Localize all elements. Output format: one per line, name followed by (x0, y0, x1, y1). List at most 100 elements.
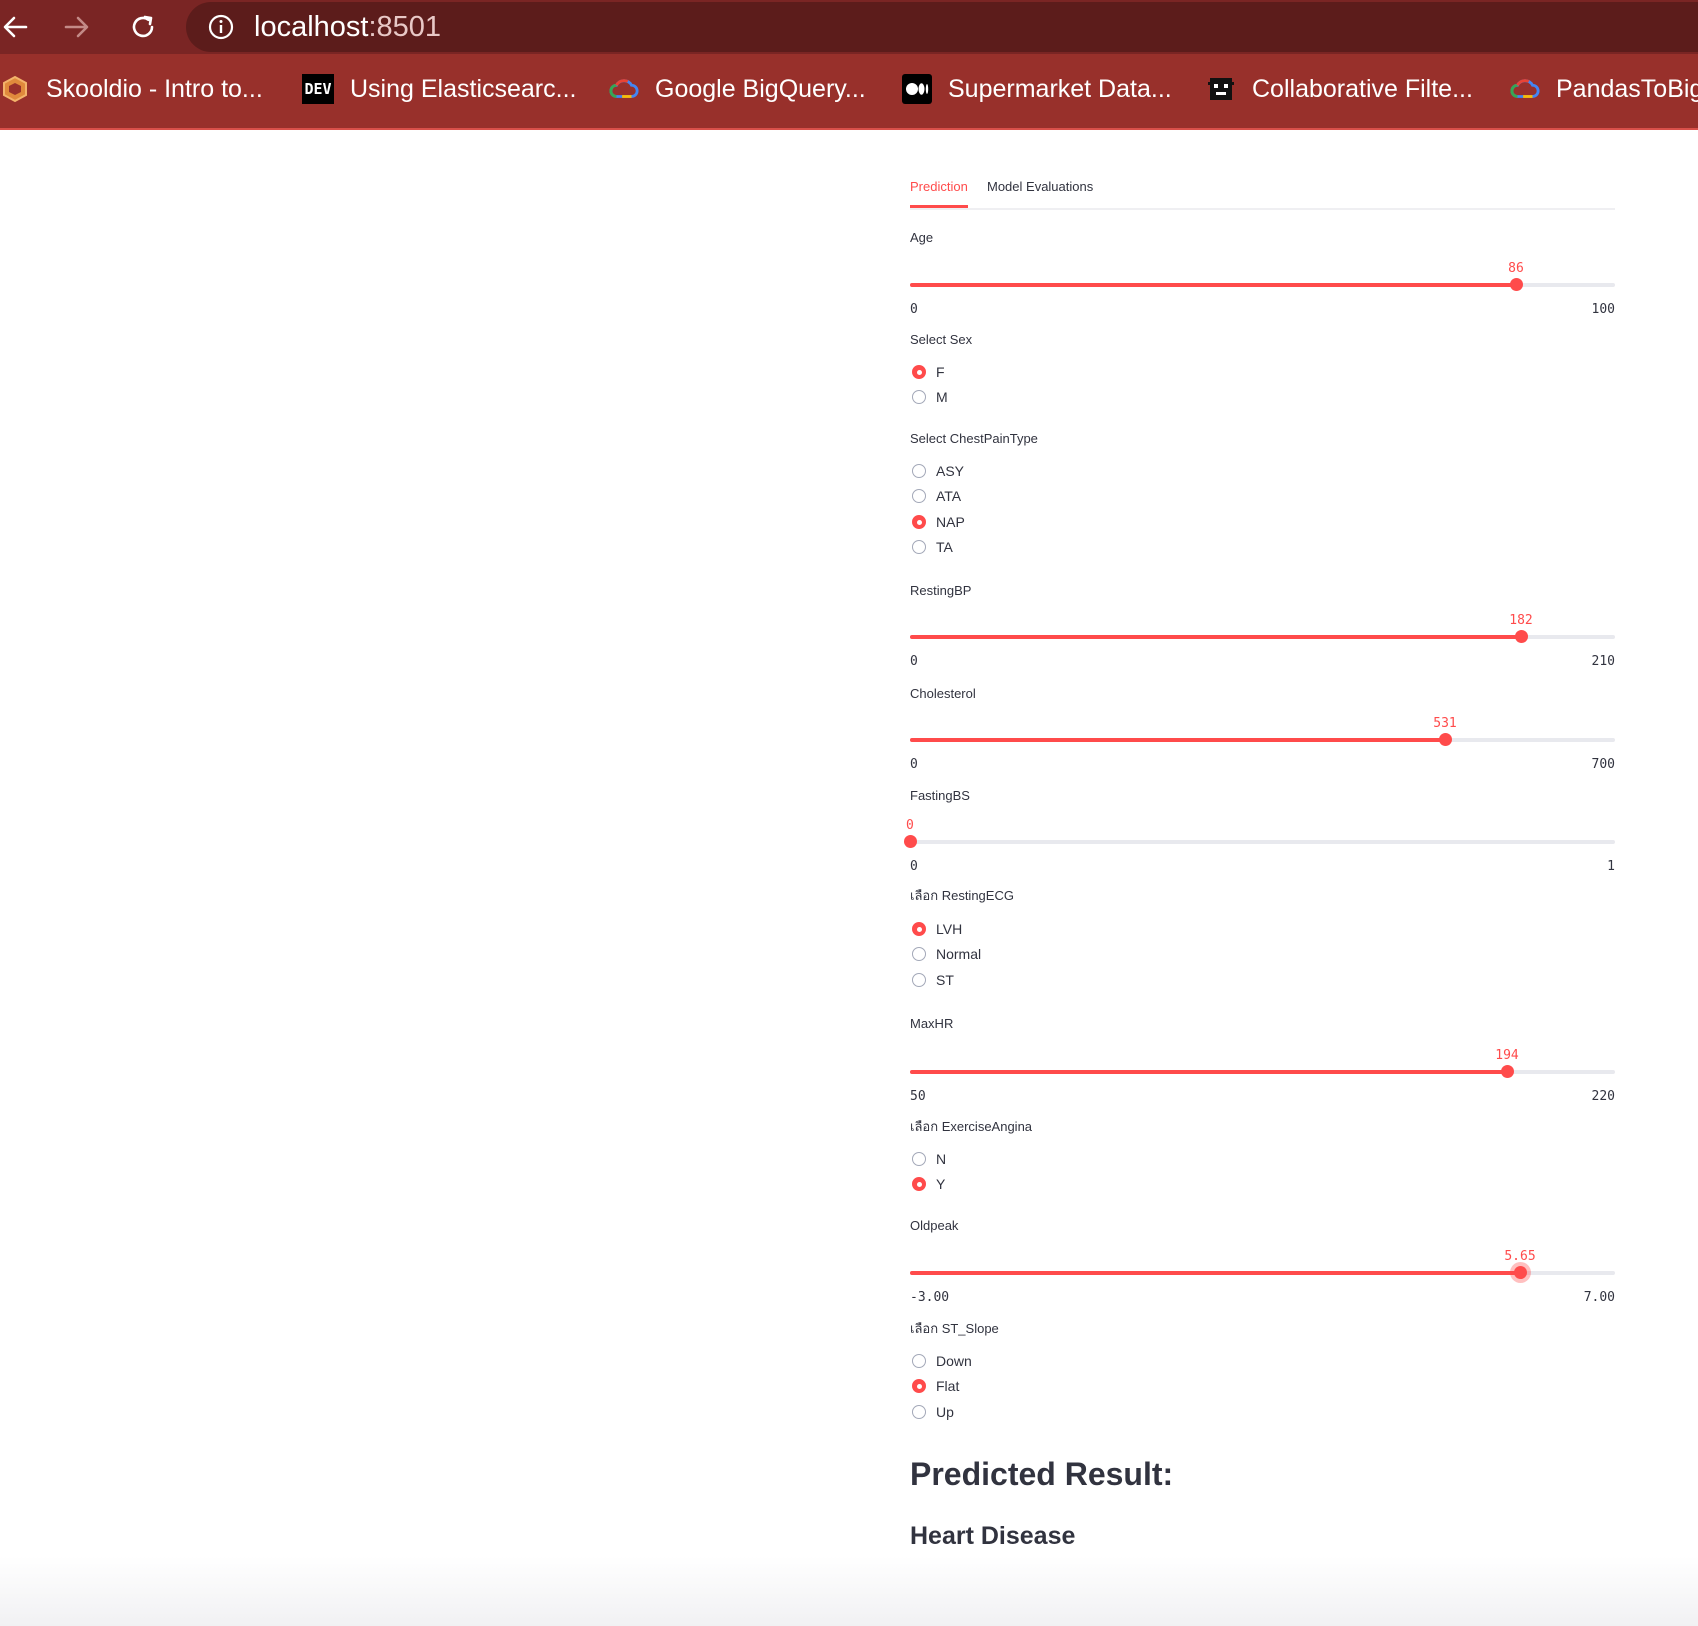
bookmark-supermarket-data[interactable]: Supermarket Data... (902, 64, 1172, 114)
bookmark-google-bigquery[interactable]: Google BigQuery... (609, 64, 866, 114)
bookmark-collaborative-filtering[interactable]: Collaborative Filte... (1206, 64, 1473, 114)
reload-button[interactable] (120, 4, 166, 50)
radio-option-label: Normal (936, 946, 982, 963)
pixel-avatar-icon (1206, 74, 1236, 104)
bookmark-elasticsearch[interactable]: DEV Using Elasticsearc... (302, 64, 576, 114)
radio-selected-icon[interactable] (912, 1177, 926, 1192)
radio-option[interactable]: Up (910, 1399, 1210, 1425)
radio-unselected-icon[interactable] (912, 947, 926, 962)
skooldio-icon (0, 74, 30, 104)
st-slope-radio-group: Down Flat Up (910, 1348, 1210, 1425)
oldpeak-label: Oldpeak (910, 1218, 959, 1233)
radio-unselected-icon[interactable] (912, 489, 926, 504)
radio-unselected-icon[interactable] (912, 972, 926, 987)
slider-max: 1 (1607, 859, 1615, 874)
back-button[interactable] (0, 4, 38, 50)
slider-thumb[interactable] (1514, 1266, 1527, 1279)
slider-track[interactable] (910, 738, 1615, 742)
slider-track[interactable] (910, 635, 1615, 639)
tab-bar: Prediction Model Evaluations (910, 174, 1615, 210)
resting-bp-slider[interactable]: 182 0 210 (910, 600, 1615, 669)
slider-min: 0 (910, 757, 918, 772)
radio-option[interactable]: Flat (910, 1374, 1210, 1400)
radio-selected-icon[interactable] (912, 364, 926, 379)
max-hr-label: MaxHR (910, 1016, 954, 1031)
slider-fill (910, 1271, 1520, 1275)
fasting-bs-slider[interactable]: 0 0 1 (904, 805, 1615, 874)
address-bar[interactable]: localhost:8501 (186, 2, 1698, 52)
slider-value: 194 (1495, 1048, 1519, 1063)
radio-unselected-icon[interactable] (912, 463, 926, 478)
slider-thumb[interactable] (1439, 733, 1452, 746)
fasting-bs-label: FastingBS (910, 788, 970, 803)
age-slider[interactable]: 86 0 100 (910, 248, 1615, 317)
radio-option[interactable]: Down (910, 1348, 1210, 1374)
chest-pain-radio-group: ASY ATA NAP TA (910, 458, 1210, 560)
predicted-result-heading: Predicted Result: (910, 1456, 1174, 1492)
radio-option[interactable]: N (910, 1146, 1210, 1172)
tab-prediction[interactable]: Prediction (910, 174, 968, 208)
slider-value: 0 (906, 818, 914, 833)
slider-min: 50 (910, 1089, 926, 1104)
slider-track[interactable] (910, 1271, 1615, 1275)
slider-thumb[interactable] (1510, 278, 1523, 291)
dev-icon: DEV (302, 74, 334, 104)
slider-thumb[interactable] (1501, 1065, 1514, 1078)
slider-thumb[interactable] (1515, 630, 1528, 643)
slider-max: 210 (1591, 654, 1615, 669)
url-text[interactable]: localhost:8501 (254, 11, 441, 43)
bookmark-label: Google BigQuery... (655, 74, 866, 103)
radio-unselected-icon[interactable] (912, 390, 926, 405)
google-cloud-icon (609, 74, 639, 104)
slider-min: -3.00 (910, 1290, 950, 1305)
slider-min: 0 (910, 654, 918, 669)
radio-unselected-icon[interactable] (912, 1404, 926, 1419)
bookmark-pandas-to-bigquery[interactable]: PandasToBig (1510, 64, 1698, 114)
radio-option-label: ATA (936, 488, 962, 505)
reload-icon (132, 15, 154, 38)
info-icon[interactable] (208, 14, 234, 40)
radio-option[interactable]: Normal (910, 942, 1210, 968)
bookmark-label: Supermarket Data... (948, 74, 1172, 103)
slider-thumb[interactable] (904, 835, 917, 848)
exercise-angina-label: เลือก ExerciseAngina (910, 1119, 1033, 1134)
bookmark-skooldio[interactable]: Skooldio - Intro to... (0, 64, 263, 114)
max-hr-slider[interactable]: 194 50 220 (910, 1035, 1615, 1104)
resting-bp-label: RestingBP (910, 583, 972, 598)
forward-button[interactable] (54, 4, 100, 50)
slider-track[interactable] (910, 840, 1615, 844)
slider-value: 182 (1509, 613, 1533, 628)
bottom-fade (0, 1556, 1698, 1626)
radio-selected-icon[interactable] (912, 1379, 926, 1394)
radio-option-label: LVH (936, 920, 963, 937)
radio-unselected-icon[interactable] (912, 1353, 926, 1368)
bookmarks-bar: Skooldio - Intro to... DEV Using Elastic… (0, 64, 1698, 114)
slider-min: 0 (910, 859, 918, 874)
radio-option[interactable]: ATA (910, 484, 1210, 510)
slider-min: 0 (910, 302, 918, 317)
oldpeak-slider[interactable]: 5.65 -3.00 7.00 (910, 1236, 1615, 1305)
slider-fill (910, 738, 1445, 742)
exercise-angina-radio-group: NY (910, 1146, 1210, 1197)
radio-option-label: F (936, 363, 945, 380)
bookmark-label: Collaborative Filte... (1252, 74, 1473, 103)
radio-option[interactable]: F (910, 359, 1210, 385)
radio-selected-icon[interactable] (912, 921, 926, 936)
radio-option[interactable]: TA (910, 535, 1210, 561)
bookmark-label: Skooldio - Intro to... (46, 74, 263, 103)
radio-option[interactable]: M (910, 385, 1210, 411)
radio-option[interactable]: Y (910, 1172, 1210, 1198)
tab-model-evaluations[interactable]: Model Evaluations (987, 174, 1093, 208)
radio-unselected-icon[interactable] (912, 1151, 926, 1166)
arrow-right-icon (64, 16, 89, 38)
cholesterol-slider[interactable]: 531 0 700 (910, 703, 1615, 772)
radio-option[interactable]: ASY (910, 458, 1210, 484)
radio-selected-icon[interactable] (912, 514, 926, 529)
radio-option[interactable]: ST (910, 967, 1210, 993)
browser-toolbar: localhost:8501 (0, 0, 1698, 54)
radio-option[interactable]: NAP (910, 509, 1210, 535)
radio-option[interactable]: LVH (910, 916, 1210, 942)
predicted-result-value: Heart Disease (910, 1522, 1076, 1550)
radio-unselected-icon[interactable] (912, 540, 926, 555)
radio-option-label: M (936, 389, 948, 406)
